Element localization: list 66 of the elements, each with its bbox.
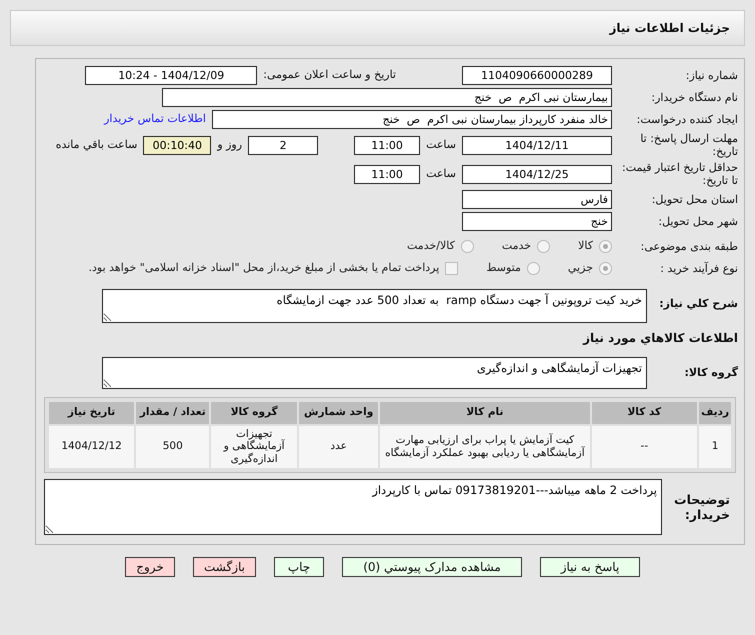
field-label: مهلت ارسال پاسخ: تا تاریخ: bbox=[639, 132, 738, 158]
field-label: ساعت باقي مانده bbox=[56, 136, 138, 153]
input-field[interactable]: 1404/12/09 - 10:24 bbox=[85, 66, 258, 85]
input-field[interactable]: خنج bbox=[462, 212, 612, 231]
text-area[interactable]: پرداخت 2 ماهه میباشد---09173819201 تماس با کارپرداز bbox=[44, 478, 662, 535]
field-label: طبقه بندی موضوعی: bbox=[640, 240, 738, 254]
table-cell: عدد bbox=[299, 426, 378, 468]
action-button[interactable]: بازگشت bbox=[193, 556, 256, 577]
input-field[interactable]: فارس bbox=[462, 190, 612, 209]
field-label: توضیحات خریدار: bbox=[673, 492, 731, 522]
field-label: نام دستگاه خریدار: bbox=[650, 90, 738, 104]
option-label: کالا/خدمت bbox=[407, 238, 455, 254]
radio-button[interactable] bbox=[599, 240, 612, 253]
input-field[interactable]: 11:00 bbox=[354, 136, 420, 154]
column-header: گروه کالا bbox=[211, 402, 297, 424]
radio-button[interactable] bbox=[526, 262, 540, 275]
field-label: گروه کالا: bbox=[683, 366, 738, 380]
action-button[interactable]: چاپ bbox=[274, 556, 324, 577]
field-label: شهر محل تحویل: bbox=[657, 214, 738, 228]
column-header: نام کالا bbox=[380, 402, 590, 424]
option-label: خدمت bbox=[502, 238, 532, 254]
radio-button[interactable] bbox=[460, 240, 474, 253]
option-label: جزیي bbox=[568, 260, 593, 276]
field-label: شرح کلي نیاز: bbox=[658, 296, 738, 310]
input-field[interactable]: 1404/12/11 bbox=[462, 136, 612, 154]
field-label: تاریخ و ساعت اعلان عمومی: bbox=[263, 67, 396, 84]
radio-button[interactable] bbox=[599, 262, 612, 275]
action-button[interactable]: پاسخ به نیاز bbox=[540, 556, 640, 577]
input-field[interactable]: خالد منفرد کارپرداز بیمارستان نبی اکرم ص خنج bbox=[212, 110, 612, 129]
field-label: حداقل تاریخ اعتبار قیمت: تا تاریخ: bbox=[621, 160, 738, 188]
checkbox[interactable] bbox=[445, 262, 458, 275]
column-header: تاریخ نیاز bbox=[49, 402, 134, 424]
checkbox-label: پرداخت تمام یا بخشی از مبلغ خرید،از محل "اسناد خزانه اسلامی" خواهد بود. bbox=[88, 260, 440, 276]
action-button[interactable]: خروج bbox=[125, 556, 175, 577]
field-label: استان محل تحویل: bbox=[650, 192, 738, 206]
input-field[interactable]: 1104090660000289 bbox=[462, 66, 612, 85]
field-label: ساعت bbox=[426, 136, 456, 153]
column-header: واحد شمارش bbox=[299, 402, 378, 424]
field-label: نوع فرآیند خرید : bbox=[659, 262, 738, 276]
option-label: متوسط bbox=[486, 260, 521, 276]
input-field[interactable]: بیمارستان نبی اکرم ص خنج bbox=[162, 88, 612, 107]
buyer-contact-link[interactable]: اطلاعات تماس خریدار bbox=[104, 111, 206, 128]
option-label: کالا bbox=[578, 238, 593, 254]
radio-button[interactable] bbox=[537, 240, 550, 253]
action-button[interactable]: مشاهده مدارک پیوستي (0) bbox=[342, 556, 522, 577]
field-label: روز و bbox=[217, 136, 242, 153]
input-field[interactable]: 11:00 bbox=[354, 164, 420, 184]
field-label: ساعت bbox=[426, 166, 456, 182]
table-cell: -- bbox=[592, 426, 698, 468]
text-area[interactable]: تجهیزات آزمایشگاهی و اندازه‌گیری bbox=[102, 357, 647, 389]
page-title: جزئیات اطلاعات نیاز bbox=[609, 20, 730, 37]
table-cell: 1 bbox=[699, 426, 731, 468]
input-field[interactable]: 2 bbox=[248, 136, 318, 154]
column-header: ردیف bbox=[699, 402, 731, 424]
column-header: تعداد / مقدار bbox=[136, 402, 210, 424]
input-field[interactable]: 00:10:40 bbox=[143, 136, 212, 154]
table-cell: 500 bbox=[136, 426, 210, 468]
table-cell: 1404/12/12 bbox=[49, 426, 134, 468]
input-field[interactable]: 1404/12/25 bbox=[462, 164, 612, 184]
field-label: شماره نیاز: bbox=[684, 68, 738, 82]
column-header: کد کالا bbox=[592, 402, 698, 424]
table-cell: تجهیزات آزمایشگاهی و اندازه‌گیری bbox=[211, 426, 297, 468]
text-area[interactable]: خرید کیت تروپونین آ جهت دستگاه ramp به تعداد 500 عدد جهت ازمایشگاه bbox=[102, 289, 647, 323]
field-label: ایجاد کننده درخواست: bbox=[636, 112, 738, 126]
table-cell: کیت آزمایش یا پراب برای ارزیابی مهارت آزمایشگاهی یا ردیابی بهبود عملکرد آزمایشگاه bbox=[380, 426, 590, 468]
section-heading: اطلاعات کالاهاي مورد نیاز bbox=[582, 330, 738, 347]
